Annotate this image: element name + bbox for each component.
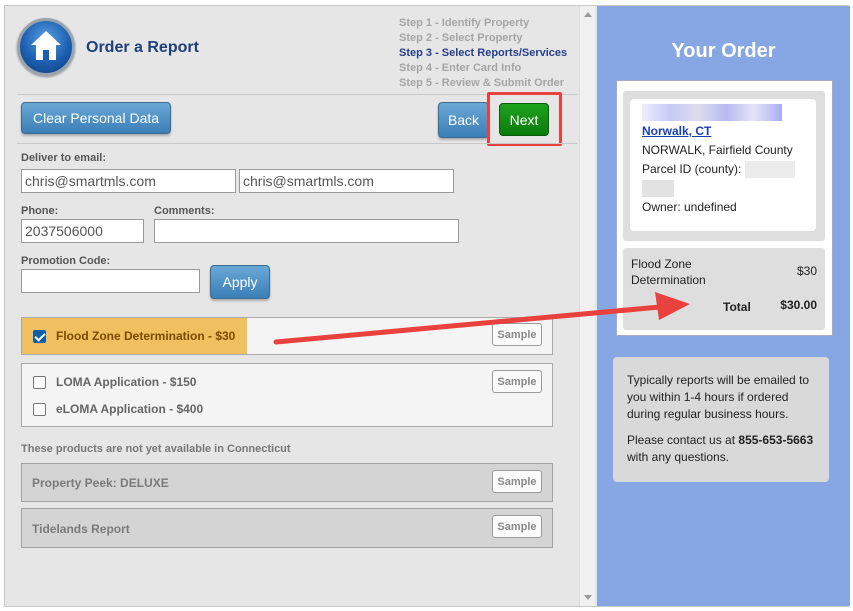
property-peek-label: Property Peek: DELUXE: [32, 476, 169, 490]
parcel-id-label: Parcel ID (county):: [642, 162, 742, 176]
step-2: Step 2 - Select Property: [399, 32, 523, 44]
loma-option[interactable]: LOMA Application - $150: [33, 375, 196, 389]
apply-button[interactable]: Apply: [210, 265, 270, 299]
comments-field[interactable]: [154, 219, 459, 243]
property-link[interactable]: Norwalk, CT: [642, 124, 711, 138]
contact-post: with any questions.: [627, 450, 730, 464]
phone-field[interactable]: 2037506000: [21, 219, 144, 243]
total-label: Total: [723, 300, 751, 314]
cost-summary: Flood Zone Determination $30 Total $30.0…: [623, 248, 825, 330]
tidelands-sample-button[interactable]: Sample: [492, 515, 542, 538]
home-logo-icon: [17, 18, 75, 76]
eloma-option[interactable]: eLOMA Application - $400: [33, 402, 203, 416]
step-3-active: Step 3 - Select Reports/Services: [399, 47, 568, 59]
flood-zone-option[interactable]: Flood Zone Determination - $30: [33, 329, 235, 343]
property-peek-sample-button[interactable]: Sample: [492, 470, 542, 493]
delivery-info-text: Typically reports will be emailed to you…: [627, 373, 810, 421]
flood-zone-checkbox[interactable]: [33, 329, 46, 343]
page-title: Order a Report: [86, 39, 199, 56]
loma-checkbox[interactable]: [33, 375, 46, 389]
email-field[interactable]: chris@smartmls.com: [21, 169, 236, 193]
next-button[interactable]: Next: [499, 103, 549, 136]
order-summary: Norwalk, CT NORWALK, Fairfield County Pa…: [616, 80, 833, 336]
property-county: NORWALK, Fairfield County: [642, 143, 793, 157]
tidelands-label: Tidelands Report: [32, 522, 130, 536]
step-5: Step 5 - Review & Submit Order: [399, 77, 565, 89]
promo-code-field[interactable]: [21, 269, 200, 293]
redacted-address: [642, 103, 804, 122]
app-window: Order a Report Step 1 - Identify Propert…: [4, 5, 850, 607]
line-item-price: $30: [796, 264, 817, 278]
property-card: Norwalk, CT NORWALK, Fairfield County Pa…: [630, 99, 816, 231]
parcel-id-redacted: [642, 179, 804, 198]
divider: [17, 143, 577, 144]
email-label: Deliver to email:: [21, 152, 106, 164]
eloma-checkbox[interactable]: [33, 402, 46, 416]
loma-sample-button[interactable]: Sample: [492, 370, 542, 393]
scroll-down-icon[interactable]: [584, 595, 592, 600]
contact-phone: 855-653-5663: [738, 433, 814, 447]
step-list: Step 1 - Identify Property Step 2 - Sele…: [399, 16, 567, 91]
property-card-wrap: Norwalk, CT NORWALK, Fairfield County Pa…: [623, 91, 825, 241]
unavailable-notice: These products are not yet available in …: [21, 443, 291, 455]
product-tidelands: Tidelands Report Sample: [21, 508, 553, 548]
product-flood-zone: Flood Zone Determination - $30 Sample: [21, 317, 553, 355]
email-confirm-field[interactable]: chris@smartmls.com: [239, 169, 454, 193]
order-form-pane: Order a Report Step 1 - Identify Propert…: [5, 6, 579, 606]
total-value: $30.00: [780, 298, 817, 312]
scrollbar[interactable]: [579, 6, 595, 606]
clear-personal-data-button[interactable]: Clear Personal Data: [21, 102, 171, 134]
step-4: Step 4 - Enter Card Info: [399, 62, 522, 74]
your-order-heading: Your Order: [671, 40, 776, 62]
product-property-peek: Property Peek: DELUXE Sample: [21, 463, 553, 502]
eloma-label: eLOMA Application - $400: [56, 402, 204, 416]
delivery-info: Typically reports will be emailed to you…: [613, 357, 829, 482]
contact-info: Please contact us at 855-653-5663 with a…: [627, 432, 815, 466]
flood-zone-label: Flood Zone Determination - $30: [56, 329, 236, 343]
scroll-up-icon[interactable]: [584, 12, 592, 17]
phone-label: Phone:: [21, 205, 59, 217]
product-group-loma: LOMA Application - $150 eLOMA Applicatio…: [21, 363, 553, 427]
contact-pre: Please contact us at: [627, 433, 739, 447]
parcel-id-row: Parcel ID (county):: [642, 160, 804, 179]
comments-label: Comments:: [154, 205, 215, 217]
line-item-name: Flood Zone Determination: [631, 257, 706, 287]
loma-label: LOMA Application - $150: [56, 375, 197, 389]
owner-line: Owner: undefined: [642, 200, 737, 214]
promo-label: Promotion Code:: [21, 255, 111, 267]
your-order-pane: Your Order Norwalk, CT NORWALK, Fairfiel…: [597, 6, 850, 606]
step-1: Step 1 - Identify Property: [399, 17, 530, 29]
flood-zone-sample-button[interactable]: Sample: [492, 323, 542, 346]
back-button[interactable]: Back: [438, 102, 489, 138]
